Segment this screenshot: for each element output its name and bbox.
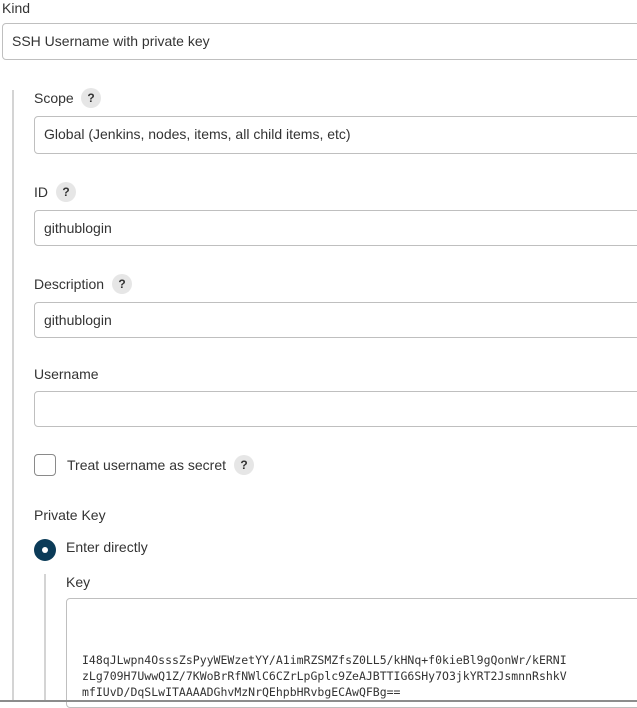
scope-help-icon[interactable]: ? — [81, 88, 101, 108]
username-input[interactable] — [34, 391, 637, 427]
id-help-icon[interactable]: ? — [56, 182, 76, 202]
kind-label: Kind — [2, 0, 31, 16]
id-input[interactable]: githublogin — [34, 210, 637, 246]
treat-username-secret-label[interactable]: Treat username as secret — [67, 457, 226, 473]
kind-select[interactable]: SSH Username with private key — [2, 23, 637, 60]
key-text-line-2: zLg709H7UwwQ1Z/7KWoBrRfNWlC6CZrLpGplc9Ze… — [82, 669, 567, 683]
key-text-line-1: I48qJLwpn4OsssZsPyyWEWzetYY/A1imRZSMZfsZ… — [82, 653, 567, 667]
treat-username-secret-checkbox[interactable] — [34, 454, 56, 476]
enter-directly-radio[interactable] — [34, 539, 56, 561]
key-label: Key — [66, 574, 91, 590]
description-help-icon[interactable]: ? — [112, 274, 132, 294]
section-divider — [12, 90, 14, 702]
scope-select[interactable]: Global (Jenkins, nodes, items, all child… — [34, 116, 637, 154]
description-input[interactable]: githublogin — [34, 302, 637, 338]
enter-directly-label[interactable]: Enter directly — [66, 539, 148, 555]
id-label: ID — [34, 184, 48, 200]
key-textarea[interactable]: I48qJLwpn4OsssZsPyyWEWzetYY/A1imRZSMZfsZ… — [66, 598, 637, 708]
description-label: Description — [34, 276, 105, 292]
radio-selected-dot — [42, 547, 48, 553]
scope-label: Scope — [34, 90, 74, 106]
key-text-line-3: mfIUvD/DqSLwITAAAADGhvMzNrQEhpbHRvbgECAw… — [82, 685, 401, 699]
username-label: Username — [34, 366, 99, 382]
key-section-divider — [44, 574, 46, 702]
private-key-label: Private Key — [34, 507, 106, 523]
treat-secret-help-icon[interactable]: ? — [234, 455, 254, 475]
